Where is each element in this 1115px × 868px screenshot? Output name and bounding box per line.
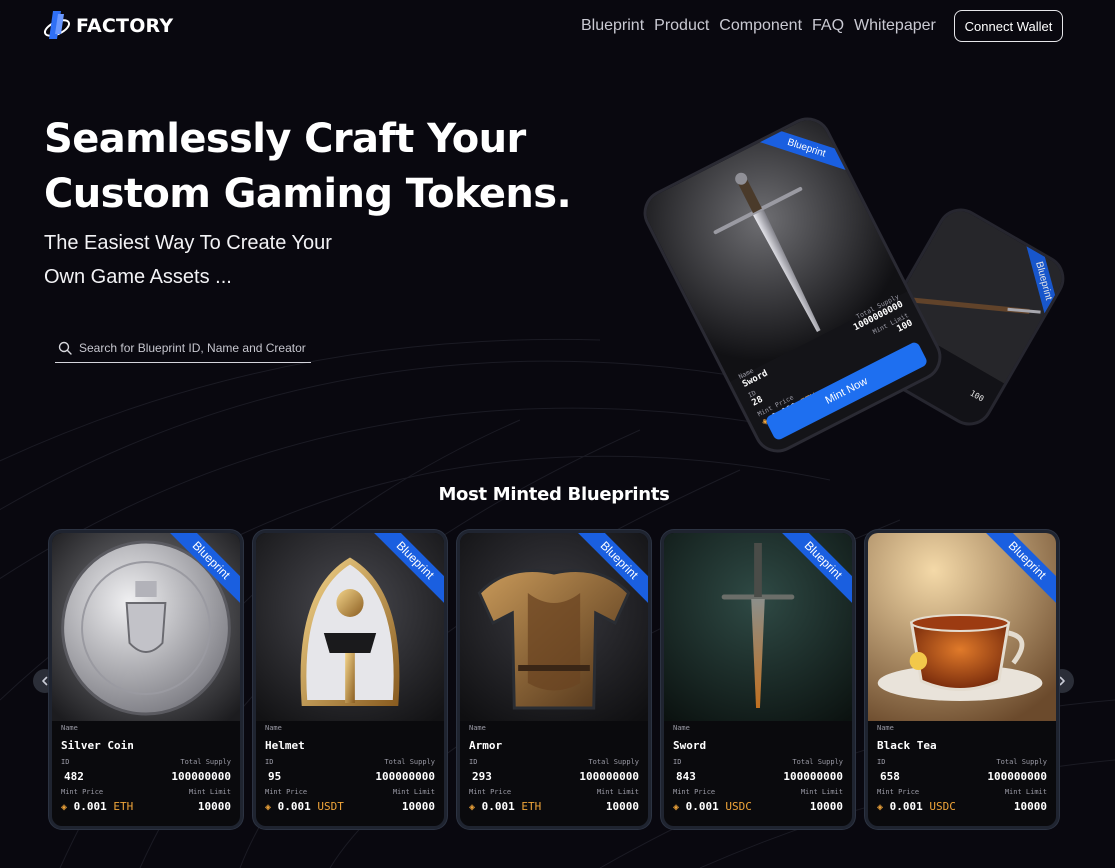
card-name-label: Name <box>877 724 894 732</box>
top-navbar: FACTORY Blueprint Product Component FAQ … <box>0 0 1115 56</box>
hero-subtitle-line-2: Own Game Assets ... <box>44 266 232 288</box>
card-total-supply: 100000000 <box>579 770 639 783</box>
eth-diamond-icon: ◈ <box>673 802 680 813</box>
card-currency: ETH <box>113 800 134 813</box>
card-price-label: Mint Price <box>877 788 920 796</box>
card-supply-label: Total Supply <box>792 758 843 766</box>
card-supply-label: Total Supply <box>996 758 1047 766</box>
card-id: 843 <box>676 770 696 783</box>
card-total-supply: 100000000 <box>375 770 435 783</box>
blueprint-card[interactable]: Blueprint Name Sword ID Total Supply 843… <box>661 530 855 829</box>
card-price: 0.001 <box>73 800 107 813</box>
card-info: Name Black Tea ID Total Supply 658 10000… <box>877 724 1047 813</box>
hero-title-line-2: Custom Gaming Tokens. <box>44 171 572 217</box>
eth-diamond-icon: ◈ <box>469 802 476 813</box>
card-price-label: Mint Price <box>61 788 104 796</box>
card-price-label: Mint Price <box>265 788 308 796</box>
card-total-supply: 100000000 <box>171 770 231 783</box>
card-info: Name Sword ID Total Supply 843 100000000… <box>673 724 843 813</box>
card-price: 0.001 <box>277 800 311 813</box>
hero-title: Seamlessly Craft Your Custom Gaming Toke… <box>44 112 572 222</box>
eth-diamond-icon: ◈ <box>265 802 272 813</box>
card-price: 0.001 <box>481 800 515 813</box>
connect-wallet-button[interactable]: Connect Wallet <box>954 10 1063 42</box>
card-currency: USDT <box>317 800 344 813</box>
card-mint-limit: 10000 <box>809 800 843 813</box>
card-mint-limit: 10000 <box>401 800 435 813</box>
card-mint-limit: 10000 <box>605 800 639 813</box>
card-name: Silver Coin <box>61 739 134 752</box>
card-id: 293 <box>472 770 492 783</box>
card-supply-label: Total Supply <box>384 758 435 766</box>
section-title: Most Minted Blueprints <box>438 484 670 505</box>
card-name-label: Name <box>61 724 78 732</box>
blueprint-carousel: Blueprint Name Silver Coin ID Total Supp… <box>49 530 1059 829</box>
factory-logo-icon <box>43 11 71 39</box>
card-price-label: Mint Price <box>469 788 512 796</box>
card-limit-label: Mint Limit <box>392 788 435 796</box>
nav-link-faq[interactable]: FAQ <box>812 17 844 35</box>
card-supply-label: Total Supply <box>588 758 639 766</box>
card-supply-label: Total Supply <box>180 758 231 766</box>
back-mint-limit: 100 <box>968 388 986 404</box>
search-input[interactable] <box>79 341 309 355</box>
card-name: Sword <box>673 739 707 752</box>
search-bar <box>55 334 311 363</box>
card-info: Name Armor ID Total Supply 293 100000000… <box>469 724 639 813</box>
card-currency: USDC <box>725 800 752 813</box>
card-price-label: Mint Price <box>673 788 716 796</box>
card-info: Name Silver Coin ID Total Supply 482 100… <box>61 724 231 813</box>
card-price: 0.001 <box>685 800 719 813</box>
nav-links: Blueprint Product Component FAQ Whitepap… <box>581 17 936 35</box>
blueprint-card[interactable]: Blueprint Name Black Tea ID Total Supply… <box>865 530 1059 829</box>
card-total-supply: 100000000 <box>987 770 1047 783</box>
nav-link-product[interactable]: Product <box>654 17 709 35</box>
card-mint-limit: 10000 <box>197 800 231 813</box>
nav-link-component[interactable]: Component <box>719 17 802 35</box>
card-limit-label: Mint Limit <box>596 788 639 796</box>
card-name-label: Name <box>265 724 282 732</box>
card-name-label: Name <box>673 724 690 732</box>
card-name: Armor <box>469 739 503 752</box>
card-id: 658 <box>880 770 900 783</box>
brand-name: FACTORY <box>76 15 174 37</box>
eth-diamond-icon: ◈ <box>61 802 68 813</box>
card-info: Name Helmet ID Total Supply 95 100000000… <box>265 724 435 813</box>
card-id-label: ID <box>877 758 886 766</box>
card-total-supply: 100000000 <box>783 770 843 783</box>
card-id-label: ID <box>265 758 274 766</box>
card-limit-label: Mint Limit <box>800 788 843 796</box>
card-name: Helmet <box>265 739 305 752</box>
blueprint-card[interactable]: Blueprint Name Armor ID Total Supply 293… <box>457 530 651 829</box>
card-id-label: ID <box>469 758 478 766</box>
card-name-label: Name <box>469 724 486 732</box>
nav-link-whitepaper[interactable]: Whitepaper <box>854 17 936 35</box>
card-id: 95 <box>268 770 282 783</box>
blueprint-card[interactable]: Blueprint Name Helmet ID Total Supply 95… <box>253 530 447 829</box>
card-currency: ETH <box>521 800 542 813</box>
blueprint-card[interactable]: Blueprint Name Silver Coin ID Total Supp… <box>49 530 243 829</box>
card-limit-label: Mint Limit <box>1004 788 1047 796</box>
card-id: 482 <box>64 770 84 783</box>
hero-subtitle: The Easiest Way To Create Your Own Game … <box>44 226 364 294</box>
search-icon <box>58 341 72 355</box>
card-id-label: ID <box>673 758 682 766</box>
card-mint-limit: 10000 <box>1013 800 1047 813</box>
phone-mockup-front: Blueprint Name Sword Total Supply 100000… <box>635 109 950 461</box>
brand-logo[interactable]: FACTORY <box>42 8 173 44</box>
card-name: Black Tea <box>877 739 937 752</box>
card-price: 0.001 <box>889 800 923 813</box>
card-id-label: ID <box>61 758 70 766</box>
card-currency: USDC <box>929 800 956 813</box>
eth-diamond-icon: ◈ <box>877 802 884 813</box>
card-limit-label: Mint Limit <box>188 788 231 796</box>
hero-subtitle-line-1: The Easiest Way To Create Your <box>44 232 332 254</box>
hero-title-line-1: Seamlessly Craft Your <box>44 116 526 162</box>
nav-link-blueprint[interactable]: Blueprint <box>581 17 644 35</box>
